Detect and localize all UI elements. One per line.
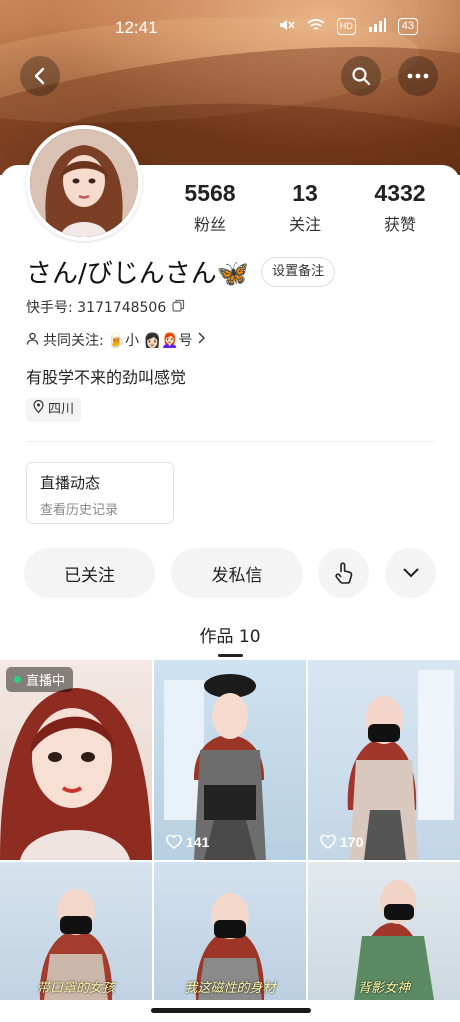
stat-value: 4332 xyxy=(374,180,426,206)
work-caption: 我这磁性的身材 xyxy=(184,981,276,996)
live-badge: 直播中 xyxy=(6,667,74,692)
live-badge-text: 直播中 xyxy=(26,674,66,689)
work-tile[interactable]: 我这磁性的身材 xyxy=(154,862,306,1000)
tab-works[interactable]: 作品 10 xyxy=(0,622,460,647)
avatar[interactable] xyxy=(26,125,142,241)
work-tile[interactable]: 141 xyxy=(154,660,306,860)
like-count: 170 xyxy=(320,834,363,850)
stat-following[interactable]: 13 关注 xyxy=(265,180,345,235)
profile-bio: 有股学不来的劲叫感觉 xyxy=(26,368,187,387)
name-row: さん/びじんさん🦋 设置备注 xyxy=(26,253,336,290)
tab-indicator xyxy=(218,654,243,657)
live-history-card[interactable]: 直播动态 查看历史记录 xyxy=(26,462,174,524)
send-message-button[interactable]: 发私信 xyxy=(171,548,303,598)
stat-label: 粉丝 xyxy=(193,215,226,234)
copy-icon[interactable] xyxy=(172,299,185,316)
stat-label: 关注 xyxy=(288,215,321,234)
stat-followers[interactable]: 5568 粉丝 xyxy=(170,180,250,235)
location-text: 四川 xyxy=(48,402,75,417)
status-time: 12:41 xyxy=(115,18,158,37)
set-remark-button[interactable]: 设置备注 xyxy=(261,256,336,287)
expand-button[interactable] xyxy=(385,548,436,598)
mute-icon xyxy=(279,18,295,35)
mutual-label: 共同关注: xyxy=(43,333,104,349)
chevron-down-icon xyxy=(403,568,418,578)
search-icon xyxy=(352,67,371,86)
kuaishou-id-text: 快手号: 3171748506 xyxy=(26,300,167,316)
battery-icon: 43 xyxy=(397,18,418,35)
live-card-subtitle: 查看历史记录 xyxy=(40,503,119,518)
person-icon xyxy=(26,332,39,349)
heart-icon xyxy=(320,835,336,849)
profile-name: さん/びじんさん🦋 xyxy=(26,259,250,289)
back-button[interactable] xyxy=(20,56,60,96)
hd-icon: HD xyxy=(336,18,356,35)
work-caption: 带口罩的女孩 xyxy=(36,981,115,996)
heart-icon xyxy=(166,835,182,849)
stat-label: 获赞 xyxy=(383,215,416,234)
stat-value: 5568 xyxy=(184,180,236,206)
stat-likes[interactable]: 4332 获赞 xyxy=(360,180,440,235)
divider xyxy=(26,441,436,442)
hand-tap-icon xyxy=(334,562,352,584)
mutual-follows[interactable]: 共同关注: 🍺小 👩🏻👩🏻‍🦰号 xyxy=(26,330,206,350)
profile-stats: 5568 粉丝 13 关注 4332 获赞 xyxy=(170,180,440,235)
followed-button[interactable]: 已关注 xyxy=(24,548,155,598)
stat-value: 13 xyxy=(292,180,318,206)
wifi-icon xyxy=(307,18,325,35)
work-thumbnail xyxy=(347,670,454,860)
back-icon xyxy=(34,67,45,85)
location-pin-icon xyxy=(33,398,44,422)
kuaishou-id: 快手号: 3171748506 xyxy=(26,297,185,317)
work-tile[interactable]: 直播中 xyxy=(0,660,152,860)
like-count-text: 141 xyxy=(186,834,210,850)
mutual-names: 🍺小 👩🏻👩🏻‍🦰号 xyxy=(107,333,193,349)
home-indicator[interactable] xyxy=(151,1008,311,1013)
live-dot-icon xyxy=(14,676,21,683)
work-thumbnail xyxy=(164,674,266,860)
location-tag: 四川 xyxy=(26,398,82,422)
like-count: 141 xyxy=(166,834,209,850)
work-caption: 背影女神 xyxy=(357,981,410,996)
live-card-title: 直播动态 xyxy=(40,474,101,492)
work-tile[interactable]: 170 xyxy=(308,660,460,860)
status-bar: 12:41 HD 43 xyxy=(0,0,460,50)
more-button[interactable] xyxy=(398,56,438,96)
work-tile[interactable]: 背影女神 xyxy=(308,862,460,1000)
work-tile[interactable]: 带口罩的女孩 xyxy=(0,862,152,1000)
like-count-text: 170 xyxy=(340,834,364,850)
status-icons: HD 43 xyxy=(279,18,418,35)
poke-button[interactable] xyxy=(318,548,369,598)
chevron-right-icon xyxy=(196,332,206,348)
search-button[interactable] xyxy=(341,56,381,96)
signal-icon xyxy=(368,18,386,35)
more-icon xyxy=(407,73,429,79)
